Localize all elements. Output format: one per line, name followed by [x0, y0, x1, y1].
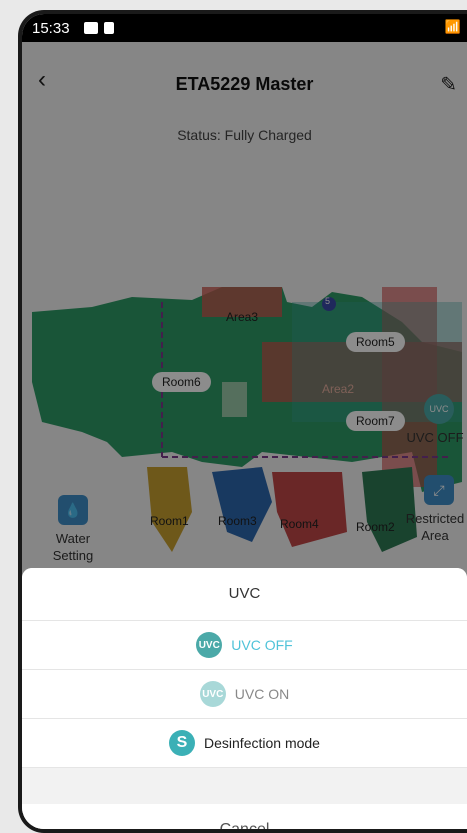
uvc-off-icon: UVC	[196, 632, 223, 658]
status-time: 15:33	[32, 20, 70, 37]
uvc-on-icon: UVC	[199, 681, 226, 707]
sheet-title: UVC	[22, 568, 467, 621]
phone-frame: 15:33 📶 ‹ ETA5229 Master ✎ Status: Fully…	[18, 10, 467, 833]
uvc-on-option[interactable]: UVC UVC ON	[22, 670, 467, 719]
screen: 15:33 📶 ‹ ETA5229 Master ✎ Status: Fully…	[22, 14, 467, 829]
battery-notification-icon	[104, 22, 114, 34]
disinfection-mode-label: Desinfection mode	[204, 735, 320, 751]
image-notification-icon	[84, 22, 98, 34]
status-bar: 15:33 📶	[22, 14, 467, 42]
disinfection-mode-option[interactable]: S Desinfection mode	[22, 719, 467, 768]
uvc-on-label: UVC ON	[234, 686, 290, 702]
disinfection-icon: S	[169, 730, 196, 756]
sheet-separator	[22, 768, 467, 804]
uvc-bottom-sheet: UVC UVC UVC OFF UVC UVC ON S Desinfectio…	[22, 568, 467, 829]
app-screen: ‹ ETA5229 Master ✎ Status: Fully Charged	[22, 42, 467, 829]
uvc-off-option[interactable]: UVC UVC OFF	[22, 621, 467, 670]
signal-icon: 📶	[444, 19, 461, 34]
cancel-button[interactable]: Cancel	[22, 804, 467, 829]
uvc-off-label: UVC OFF	[231, 637, 293, 653]
